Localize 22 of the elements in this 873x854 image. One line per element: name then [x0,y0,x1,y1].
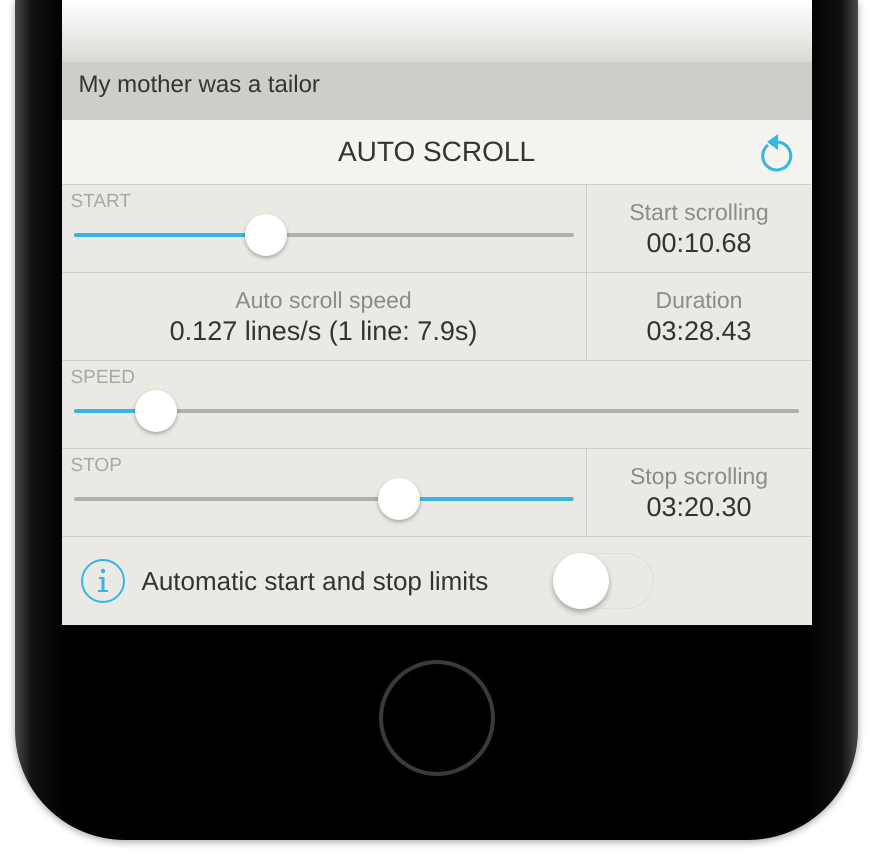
slider-thumb[interactable] [244,214,286,256]
stop-slider[interactable] [74,478,574,520]
stat-value: 03:28.43 [646,316,752,346]
speed-slider[interactable] [74,390,798,432]
stat-label: Start scrolling [629,198,769,226]
slider-label: START [70,191,132,213]
panel-title: AUTO SCROLL [338,136,536,168]
toggle-label: Automatic start and stop limits [142,566,488,596]
start-slider[interactable] [74,214,574,256]
slider-thumb[interactable] [135,390,178,432]
lyric-line: My mother was a tailor [78,70,321,100]
slider-label: SPEED [70,367,135,389]
stat-label: Duration [656,286,742,314]
stat-label: Stop scrolling [630,462,768,490]
stat-value: 0.127 lines/s (1 line: 7.9s) [170,316,478,346]
stat-value: 03:20.30 [646,492,752,522]
stat-label: Auto scroll speed [235,286,412,314]
info-icon[interactable] [80,558,126,604]
slider-label: STOP [70,455,122,477]
stat-value: 00:10.68 [646,228,752,258]
slider-thumb[interactable] [378,478,420,520]
toggle-switch[interactable] [554,553,654,609]
